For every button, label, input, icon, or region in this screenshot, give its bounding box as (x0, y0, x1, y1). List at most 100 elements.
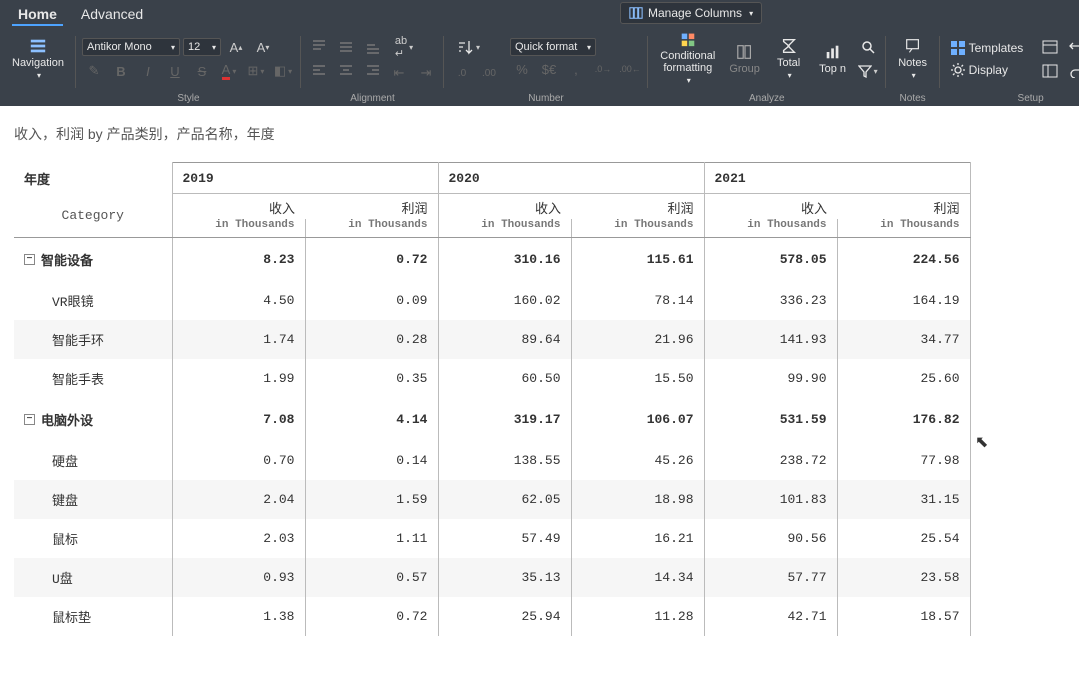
year-col-header[interactable]: 2021 (704, 163, 970, 194)
value-cell[interactable]: 25.54 (837, 519, 970, 558)
value-cell[interactable]: 0.72 (305, 597, 438, 636)
increase-font-button[interactable]: A▴ (224, 36, 248, 58)
total-cell[interactable]: 310.16 (438, 238, 571, 282)
align-left-button[interactable] (307, 60, 331, 82)
year-col-header[interactable]: 2020 (438, 163, 704, 194)
filter-button[interactable]: ▾ (856, 60, 880, 82)
display-button[interactable]: Display (946, 60, 1036, 80)
measure-header[interactable]: 收入 (438, 194, 571, 220)
navigation-button[interactable]: Navigation▾ (6, 30, 70, 88)
value-cell[interactable]: 31.15 (837, 480, 970, 519)
value-cell[interactable]: 34.77 (837, 320, 970, 359)
value-cell[interactable]: 1.74 (172, 320, 305, 359)
value-cell[interactable]: 1.11 (305, 519, 438, 558)
value-cell[interactable]: 14.34 (571, 558, 704, 597)
indent-button[interactable]: ⇥ (414, 62, 438, 84)
bold-button[interactable]: B (109, 60, 133, 82)
align-bottom-button[interactable] (361, 36, 385, 58)
measure-header[interactable]: 收入 (172, 194, 305, 220)
value-cell[interactable]: 1.99 (172, 359, 305, 398)
total-button[interactable]: Total▾ (768, 30, 810, 88)
value-cell[interactable]: 2.04 (172, 480, 305, 519)
value-cell[interactable]: 78.14 (571, 281, 704, 320)
value-cell[interactable]: 1.59 (305, 480, 438, 519)
value-cell[interactable]: 0.28 (305, 320, 438, 359)
tab-advanced[interactable]: Advanced (69, 2, 155, 25)
item-name[interactable]: 鼠标垫 (14, 597, 172, 636)
value-cell[interactable]: 141.93 (704, 320, 837, 359)
value-cell[interactable]: 16.21 (571, 519, 704, 558)
item-name[interactable]: 硬盘 (14, 441, 172, 480)
measure-header[interactable]: 利润 (837, 194, 970, 220)
value-cell[interactable]: 11.28 (571, 597, 704, 636)
outdent-button[interactable]: ⇤ (387, 62, 411, 84)
topn-button[interactable]: Top n (812, 30, 854, 88)
total-cell[interactable]: 4.14 (305, 398, 438, 441)
category-name[interactable]: 电脑外设 (41, 410, 93, 429)
increase-decimal-button[interactable]: .00 (477, 62, 501, 84)
borders-button[interactable]: ⊞▾ (244, 60, 268, 82)
total-cell[interactable]: 578.05 (704, 238, 837, 282)
decrease-decimal-button[interactable]: .0 (450, 62, 474, 84)
value-cell[interactable]: 57.77 (704, 558, 837, 597)
value-cell[interactable]: 62.05 (438, 480, 571, 519)
measure-header[interactable]: 利润 (305, 194, 438, 220)
item-name[interactable]: 键盘 (14, 480, 172, 519)
value-cell[interactable]: 101.83 (704, 480, 837, 519)
templates-button[interactable]: Templates (946, 38, 1036, 58)
total-cell[interactable]: 8.23 (172, 238, 305, 282)
total-cell[interactable]: 531.59 (704, 398, 837, 441)
manage-columns-button[interactable]: Manage Columns▾ (620, 2, 762, 24)
total-cell[interactable]: 7.08 (172, 398, 305, 441)
value-cell[interactable]: 4.50 (172, 281, 305, 320)
collapse-toggle[interactable]: − (24, 254, 35, 265)
value-cell[interactable]: 138.55 (438, 441, 571, 480)
item-name[interactable]: 智能手环 (14, 320, 172, 359)
measure-header[interactable]: 收入 (704, 194, 837, 220)
layout1-button[interactable] (1038, 36, 1062, 58)
year-col-header[interactable]: 2019 (172, 163, 438, 194)
value-cell[interactable]: 0.35 (305, 359, 438, 398)
value-cell[interactable]: 336.23 (704, 281, 837, 320)
value-cell[interactable]: 1.38 (172, 597, 305, 636)
currency-button[interactable]: $€ (537, 58, 561, 80)
value-cell[interactable]: 0.09 (305, 281, 438, 320)
value-cell[interactable]: 25.94 (438, 597, 571, 636)
value-cell[interactable]: 42.71 (704, 597, 837, 636)
font-color-button[interactable]: A▾ (217, 60, 241, 82)
value-cell[interactable]: 0.57 (305, 558, 438, 597)
font-name-select[interactable]: Antikor Mono▾ (82, 38, 180, 56)
value-cell[interactable]: 18.98 (571, 480, 704, 519)
value-cell[interactable]: 35.13 (438, 558, 571, 597)
tab-home[interactable]: Home (6, 2, 69, 25)
value-cell[interactable]: 238.72 (704, 441, 837, 480)
value-cell[interactable]: 160.02 (438, 281, 571, 320)
quick-format-select[interactable]: Quick format▾ (510, 38, 596, 56)
comma-button[interactable]: , (564, 58, 588, 80)
value-cell[interactable]: 89.64 (438, 320, 571, 359)
conditional-formatting-button[interactable]: Conditionalformatting ▾ (654, 30, 722, 88)
value-cell[interactable]: 77.98 (837, 441, 970, 480)
sort-button[interactable]: ▾ (450, 34, 486, 60)
align-right-button[interactable] (361, 60, 385, 82)
wrap-text-button[interactable]: ab↵▾ (387, 34, 421, 60)
layout3-button[interactable] (1038, 60, 1062, 82)
value-cell[interactable]: 0.70 (172, 441, 305, 480)
total-cell[interactable]: 115.61 (571, 238, 704, 282)
align-top-button[interactable] (307, 36, 331, 58)
item-name[interactable]: U盘 (14, 558, 172, 597)
total-cell[interactable]: 0.72 (305, 238, 438, 282)
align-center-button[interactable] (334, 60, 358, 82)
strike-button[interactable]: S (190, 60, 214, 82)
paintbrush-button[interactable]: ✎ (82, 60, 106, 82)
inc-dec-button[interactable]: .00← (618, 58, 642, 80)
collapse-toggle[interactable]: − (24, 414, 35, 425)
value-cell[interactable]: 18.57 (837, 597, 970, 636)
font-size-select[interactable]: 12▾ (183, 38, 221, 56)
value-cell[interactable]: 0.93 (172, 558, 305, 597)
category-name[interactable]: 智能设备 (41, 250, 93, 269)
undo-button[interactable] (1065, 36, 1079, 58)
value-cell[interactable]: 90.56 (704, 519, 837, 558)
total-cell[interactable]: 224.56 (837, 238, 970, 282)
value-cell[interactable]: 164.19 (837, 281, 970, 320)
